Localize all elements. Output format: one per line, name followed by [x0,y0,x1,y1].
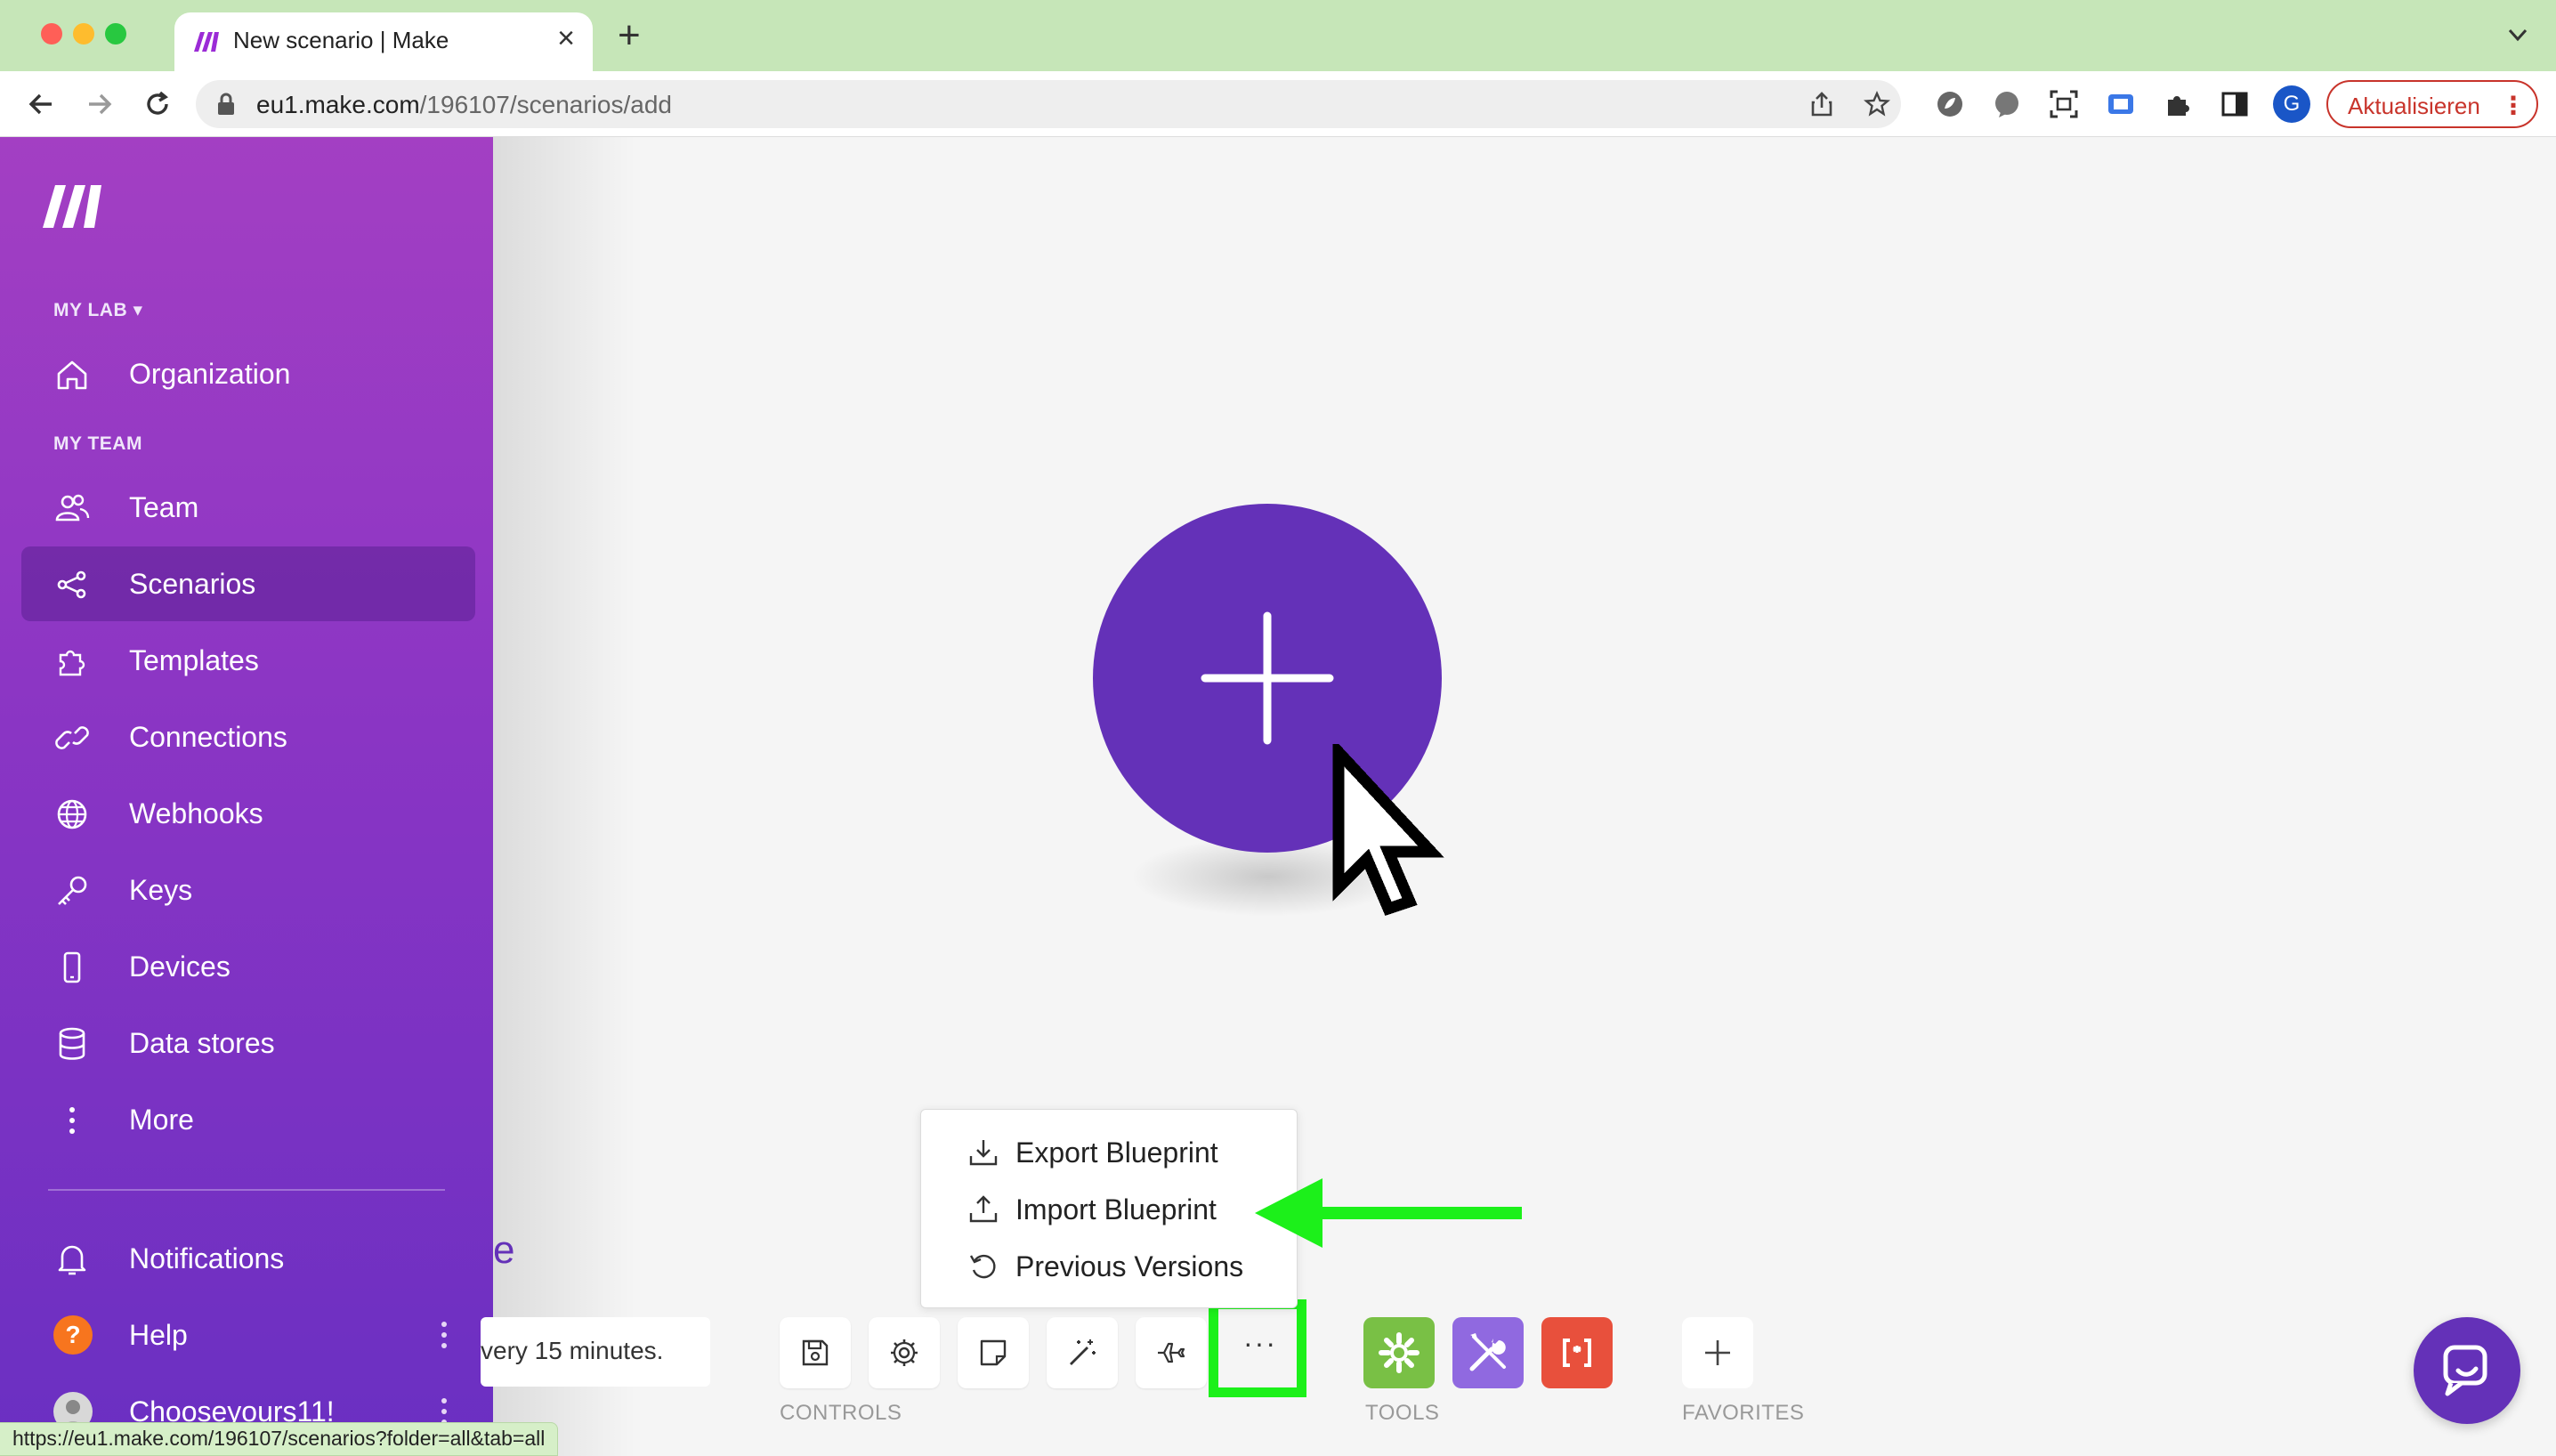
sidebar-item-notifications[interactable]: Notifications [21,1221,475,1296]
new-tab-icon[interactable]: + [618,16,641,55]
notes-button[interactable] [958,1317,1029,1388]
kebab-menu-icon: ⋮ [2501,92,2526,119]
more-options-menu: Export Blueprint Import Blueprint Previo… [920,1109,1298,1308]
plus-icon [1201,611,1334,745]
profile-avatar[interactable]: G [2273,85,2310,123]
vertical-dots-icon [69,1107,75,1134]
auto-align-button[interactable] [1047,1317,1118,1388]
extension-shield-icon[interactable] [1935,89,1965,119]
extensions-puzzle-icon[interactable] [2163,89,2193,119]
history-icon [969,1254,996,1279]
chat-bubble-icon [2443,1345,2487,1396]
plus-icon [1705,1340,1730,1365]
forward-arrow-icon[interactable] [82,87,116,121]
sidebar: MY LAB ▾ Organization MY TEAM Team Scena… [0,137,493,1456]
wrench-screwdriver-icon [1469,1333,1506,1371]
close-window-button[interactable] [41,23,62,44]
save-button[interactable] [780,1317,851,1388]
tools-flow-control-button[interactable] [1363,1317,1435,1388]
browser-tab[interactable]: New scenario | Make × [174,12,593,71]
phone-icon [63,951,81,983]
gear-icon [1379,1332,1420,1373]
link-icon [55,726,89,749]
mouse-pointer-icon [1332,744,1444,916]
sidebar-item-templates[interactable]: Templates [21,623,475,698]
upload-icon [969,1195,998,1223]
update-button[interactable]: Aktualisieren ⋮ [2326,80,2538,128]
sidebar-item-webhooks[interactable]: Webhooks [21,776,475,851]
browser-tab-bar: New scenario | Make × + [0,0,2556,71]
home-icon [57,360,87,390]
status-bar-url: https://eu1.make.com/196107/scenarios?fo… [0,1422,559,1456]
sidebar-item-organization[interactable]: Organization [21,336,475,411]
previous-versions-item[interactable]: Previous Versions [921,1238,1298,1295]
sidebar-divider [48,1189,445,1191]
translate-extension-icon[interactable] [2106,89,2136,119]
favorites-label: FAVORITES [1682,1401,1805,1425]
sidebar-item-scenarios[interactable]: Scenarios [21,546,475,621]
database-icon [59,1027,85,1060]
annotation-arrow-icon [1255,1178,1522,1248]
url-text: eu1.make.com/196107/scenarios/add [256,91,672,118]
org-section-label[interactable]: MY LAB ▾ [53,299,143,321]
share-icon [57,570,86,599]
sidebar-item-connections[interactable]: Connections [21,700,475,774]
horizontal-dots-icon: ··· [1243,1327,1277,1359]
import-blueprint-item[interactable]: Import Blueprint [921,1181,1298,1238]
reload-icon[interactable] [141,87,174,121]
tools-json-button[interactable] [1541,1317,1613,1388]
add-favorite-button[interactable] [1682,1317,1753,1388]
bookmark-star-icon[interactable] [1864,91,1890,117]
save-icon [802,1339,829,1366]
sidebar-item-keys[interactable]: Keys [21,853,475,927]
export-blueprint-item[interactable]: Export Blueprint [921,1124,1298,1181]
tools-label: TOOLS [1365,1401,1440,1425]
download-icon [969,1140,998,1166]
scenario-name-fragment: e [493,1228,515,1272]
note-icon [980,1339,1007,1366]
controls-label: CONTROLS [780,1401,902,1425]
magic-wand-icon [1070,1339,1096,1365]
globe-icon [57,799,87,829]
browser-toolbar: eu1.make.com/196107/scenarios/add G Aktu… [0,71,2556,137]
more-options-button[interactable]: ··· [1209,1299,1306,1397]
team-section-label: MY TEAM [53,433,142,454]
explain-flow-button[interactable] [1136,1317,1207,1388]
puzzle-icon [59,650,85,676]
chevron-down-icon[interactable] [2504,21,2531,48]
help-icon: ? [53,1315,93,1355]
bell-icon [58,1245,86,1275]
make-favicon-icon [194,32,219,52]
extension-chat-icon[interactable] [1992,89,2022,119]
minimize-window-button[interactable] [73,23,94,44]
gear-icon [891,1339,918,1366]
help-chat-button[interactable] [2414,1317,2520,1424]
address-bar[interactable]: eu1.make.com/196107/scenarios/add [196,80,1901,128]
sidebar-item-devices[interactable]: Devices [21,929,475,1004]
make-logo-icon[interactable] [41,182,109,230]
users-icon [55,494,90,522]
sidebar-item-data-stores[interactable]: Data stores [21,1006,475,1080]
side-panel-icon[interactable] [2220,89,2250,119]
share-page-icon[interactable] [1808,91,1835,117]
back-arrow-icon[interactable] [25,87,59,121]
tab-title: New scenario | Make [233,27,449,53]
brackets-icon [1563,1339,1591,1367]
tools-utilities-button[interactable] [1452,1317,1524,1388]
sidebar-item-more[interactable]: More [21,1082,475,1157]
schedule-info[interactable]: very 15 minutes. [481,1317,710,1387]
screenshot-icon[interactable] [2049,89,2079,119]
key-icon [58,876,87,905]
tab-close-icon[interactable]: × [557,23,575,53]
maximize-window-button[interactable] [105,23,126,44]
airplane-icon [1158,1342,1185,1363]
kebab-menu-icon[interactable] [440,1319,449,1351]
sidebar-item-help[interactable]: ? Help [21,1298,475,1372]
sidebar-item-team[interactable]: Team [21,470,475,545]
lock-icon [218,93,234,115]
scenario-settings-button[interactable] [869,1317,940,1388]
